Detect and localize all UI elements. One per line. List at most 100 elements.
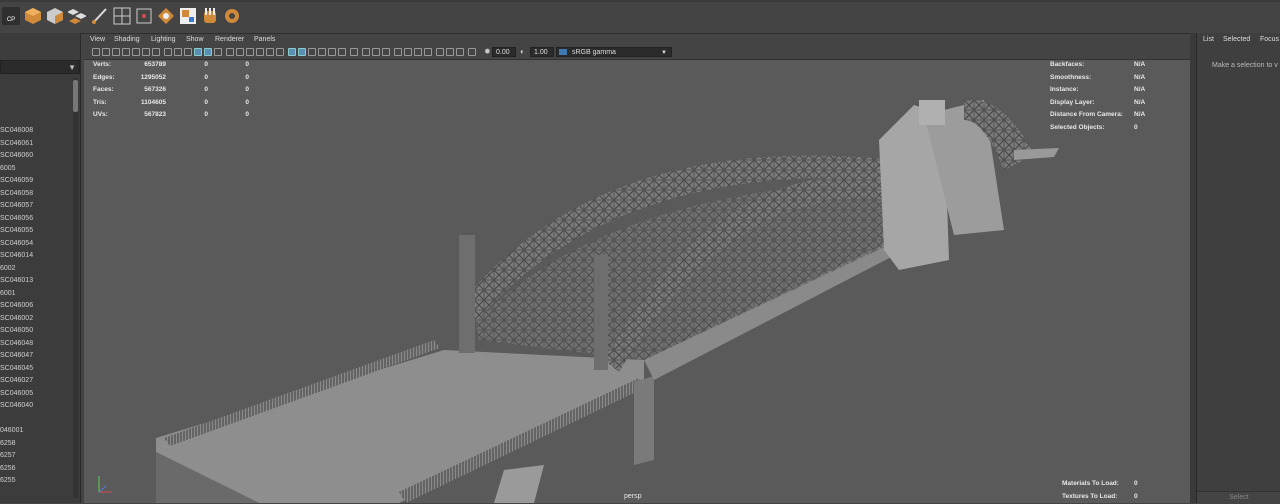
- cp-label: CP: [6, 17, 16, 23]
- toolbar-button[interactable]: [288, 48, 296, 56]
- toolbar-button[interactable]: [204, 48, 212, 56]
- outliner-item[interactable]: SC046013: [0, 277, 33, 284]
- exposure-field[interactable]: 0.00: [492, 47, 516, 57]
- toolbar-button[interactable]: [184, 48, 192, 56]
- outliner-item[interactable]: SC046040: [0, 402, 33, 409]
- toolbar-button[interactable]: [92, 48, 100, 56]
- menu-lighting[interactable]: Lighting: [151, 36, 176, 43]
- hud-right-label: Display Layer:: [1050, 98, 1095, 106]
- cluster-icon[interactable]: [67, 7, 87, 25]
- render-view-icon[interactable]: [223, 7, 241, 25]
- toolbar-button[interactable]: [404, 48, 412, 56]
- outliner-item[interactable]: SC046061: [0, 140, 33, 147]
- toolbar-button[interactable]: [424, 48, 432, 56]
- toolbar-button[interactable]: [298, 48, 306, 56]
- outliner-item[interactable]: SC046006: [0, 302, 33, 309]
- outliner-item[interactable]: 046001: [0, 427, 23, 434]
- gamma-field[interactable]: 1.00: [530, 47, 554, 57]
- toolbar-button[interactable]: [102, 48, 110, 56]
- viewport-persp[interactable]: Verts: 653789 0 0 Edges: 1295052 0 0 Faces: 56732…: [84, 60, 1190, 503]
- menu-panels[interactable]: Panels: [254, 36, 275, 43]
- menu-show[interactable]: Show: [186, 36, 204, 43]
- select-button[interactable]: Select: [1197, 491, 1280, 504]
- outliner-item[interactable]: SC046050: [0, 327, 33, 334]
- cluster-frame-icon[interactable]: [135, 7, 153, 25]
- outliner-item[interactable]: 6256: [0, 465, 16, 472]
- outliner-item[interactable]: 6002: [0, 265, 16, 272]
- toolbar-button[interactable]: [266, 48, 274, 56]
- toolbar-button[interactable]: [394, 48, 402, 56]
- outliner-item[interactable]: SC046027: [0, 377, 33, 384]
- toolbar-button[interactable]: [414, 48, 422, 56]
- toolbar-button[interactable]: [142, 48, 150, 56]
- outliner-scrollbar[interactable]: [73, 78, 78, 498]
- menu-view[interactable]: View: [90, 36, 105, 43]
- toolbar-button[interactable]: [174, 48, 182, 56]
- toolbar-button[interactable]: [468, 48, 476, 56]
- toolbar-button[interactable]: [122, 48, 130, 56]
- toolbar-button[interactable]: [276, 48, 284, 56]
- hud-right-label: Distance From Camera:: [1050, 111, 1123, 119]
- toolbar-button[interactable]: [382, 48, 390, 56]
- outliner-filter-dropdown[interactable]: ▼: [0, 60, 80, 74]
- outliner-scroll-thumb[interactable]: [73, 80, 78, 112]
- toolbar-button[interactable]: [446, 48, 454, 56]
- toolbar-button[interactable]: [256, 48, 264, 56]
- toolbar-button[interactable]: [362, 48, 370, 56]
- toolbar-button[interactable]: [194, 48, 202, 56]
- tab-selected[interactable]: Selected: [1223, 36, 1250, 43]
- sculpt-hand-icon[interactable]: [201, 7, 219, 25]
- toolbar-button[interactable]: [226, 48, 234, 56]
- menu-renderer[interactable]: Renderer: [215, 36, 244, 43]
- outliner-item[interactable]: 6255: [0, 477, 16, 484]
- outliner-item[interactable]: SC046014: [0, 252, 33, 259]
- hypershade-icon[interactable]: [157, 7, 175, 25]
- outliner-item[interactable]: SC046060: [0, 152, 33, 159]
- paint-icon[interactable]: [90, 7, 108, 25]
- outliner-item[interactable]: SC046045: [0, 365, 33, 372]
- lattice-grid-icon[interactable]: [113, 7, 131, 25]
- outliner-item[interactable]: 6005: [0, 165, 16, 172]
- outliner-item[interactable]: SC046008: [0, 127, 33, 134]
- cube-icon[interactable]: [24, 7, 42, 25]
- hud-right-label: Selected Objects:: [1050, 124, 1105, 131]
- toolbar-button[interactable]: [436, 48, 444, 56]
- toolbar-button[interactable]: [214, 48, 222, 56]
- outliner-item[interactable]: SC046058: [0, 190, 33, 197]
- outliner-item[interactable]: SC046002: [0, 315, 33, 322]
- tab-list[interactable]: List: [1203, 36, 1214, 43]
- toolbar-button[interactable]: [132, 48, 140, 56]
- outliner-item[interactable]: SC046048: [0, 340, 33, 347]
- hud-right-label: Instance:: [1050, 86, 1079, 94]
- uv-editor-icon[interactable]: [179, 7, 197, 25]
- toolbar-button[interactable]: [318, 48, 326, 56]
- outliner-item[interactable]: SC046055: [0, 227, 33, 234]
- outliner-item[interactable]: SC046054: [0, 240, 33, 247]
- toolbar-button[interactable]: [372, 48, 380, 56]
- outliner-item[interactable]: SC046005: [0, 390, 33, 397]
- toolbar-button[interactable]: [112, 48, 120, 56]
- camera-icon[interactable]: CP: [2, 7, 20, 25]
- sculpt-hand-icon-svg: [204, 8, 216, 23]
- menu-shading[interactable]: Shading: [114, 36, 140, 43]
- toolbar-button[interactable]: [152, 48, 160, 56]
- toolbar-button[interactable]: [308, 48, 316, 56]
- tab-focus[interactable]: Focus: [1260, 36, 1279, 43]
- outliner-item[interactable]: SC046057: [0, 202, 33, 209]
- cube-faces-icon[interactable]: [46, 7, 64, 25]
- toolbar-button[interactable]: [456, 48, 464, 56]
- outliner-item[interactable]: SC046047: [0, 352, 33, 359]
- toolbar-button[interactable]: [338, 48, 346, 56]
- outliner-item[interactable]: 6258: [0, 440, 16, 447]
- toolbar-button[interactable]: [236, 48, 244, 56]
- toolbar-button[interactable]: [328, 48, 336, 56]
- toolbar-button[interactable]: [350, 48, 358, 56]
- outliner-item[interactable]: SC046059: [0, 177, 33, 184]
- exposure-icon: ✹: [484, 47, 491, 56]
- outliner-item[interactable]: SC046056: [0, 215, 33, 222]
- toolbar-button[interactable]: [164, 48, 172, 56]
- toolbar-button[interactable]: [246, 48, 254, 56]
- outliner-item[interactable]: 6257: [0, 452, 16, 459]
- outliner-item[interactable]: 6001: [0, 290, 16, 297]
- colorspace-select[interactable]: sRGB gamma ▼: [556, 47, 672, 57]
